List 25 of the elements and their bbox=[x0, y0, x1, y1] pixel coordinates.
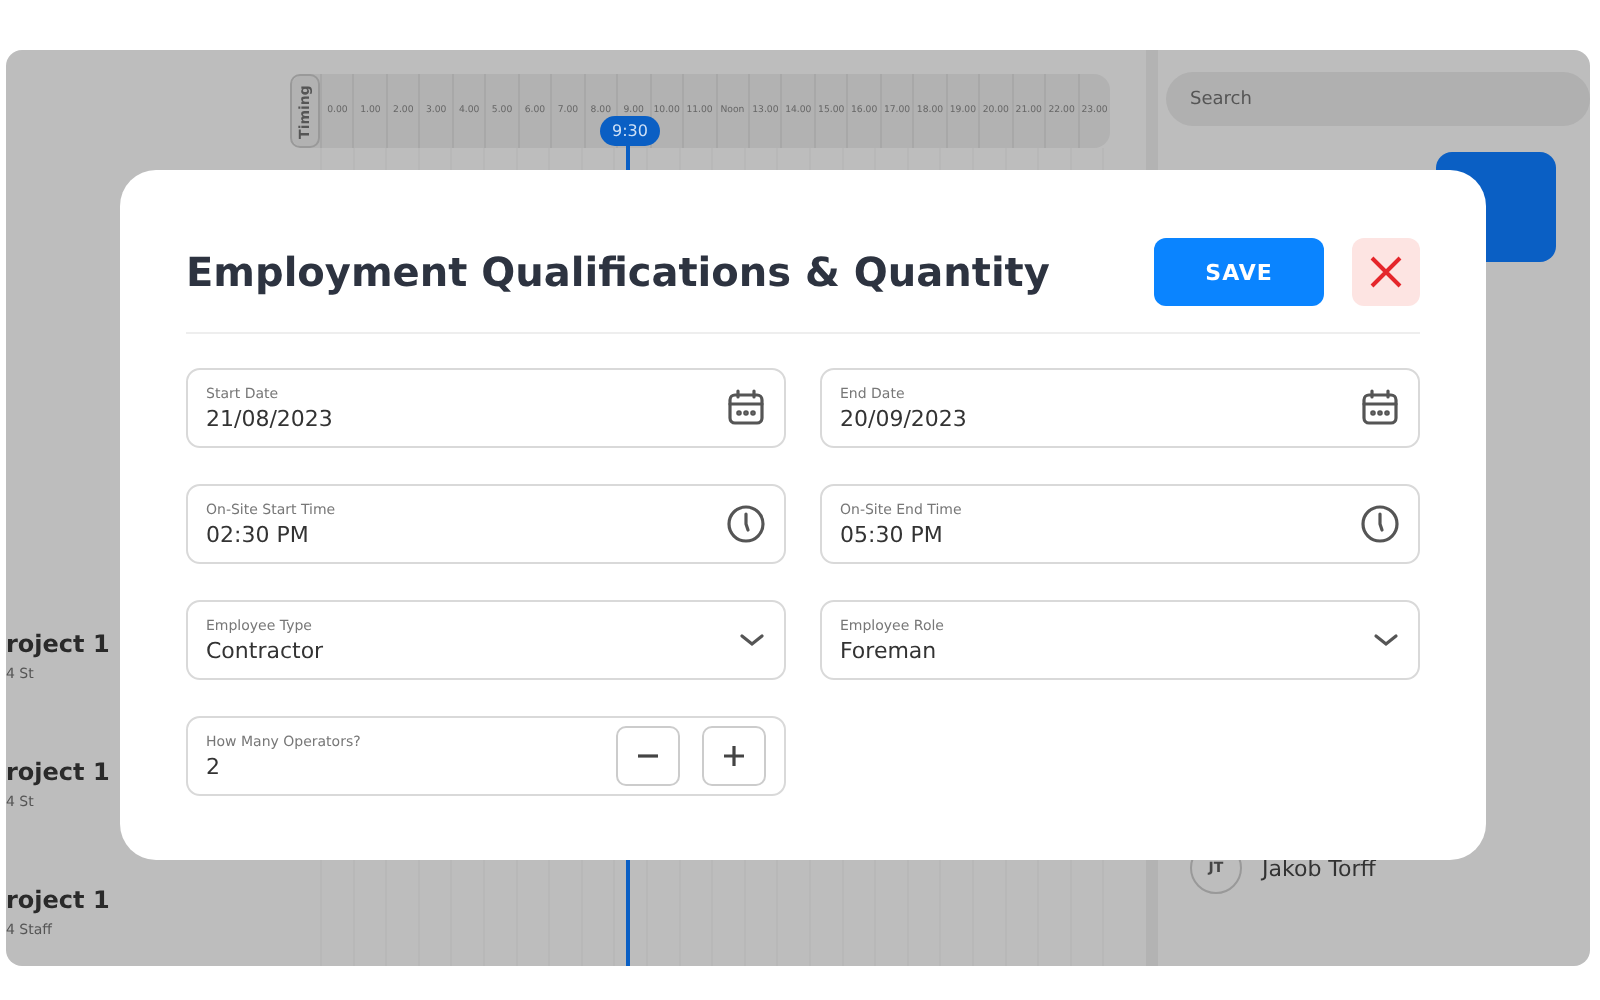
save-button[interactable]: SAVE bbox=[1154, 238, 1324, 306]
clock-icon[interactable] bbox=[1360, 504, 1400, 544]
increment-button[interactable] bbox=[702, 726, 766, 786]
field-value: 2 bbox=[206, 753, 222, 779]
chevron-down-icon[interactable] bbox=[738, 630, 766, 650]
close-button[interactable] bbox=[1352, 238, 1420, 306]
field-value: 05:30 PM bbox=[840, 521, 945, 547]
field-value: 02:30 PM bbox=[206, 521, 311, 547]
current-time-badge: 9:30 bbox=[600, 116, 660, 146]
search-field[interactable]: Search bbox=[1166, 72, 1590, 126]
plus-icon[interactable] bbox=[720, 742, 748, 770]
field-value: 21/08/2023 bbox=[206, 405, 335, 431]
field-value: Contractor bbox=[206, 637, 326, 663]
project-title: roject 1 bbox=[6, 630, 112, 658]
calendar-icon[interactable] bbox=[1360, 388, 1400, 428]
clock-icon[interactable] bbox=[726, 504, 766, 544]
project-title: roject 1 bbox=[6, 886, 112, 914]
field-value: Foreman bbox=[840, 637, 939, 663]
close-icon[interactable] bbox=[1368, 254, 1404, 290]
dialog-title: Employment Qualifications & Quantity bbox=[186, 248, 1052, 296]
person-name: Jakob Torff bbox=[1262, 855, 1376, 881]
chevron-down-icon[interactable] bbox=[1372, 630, 1400, 650]
project-title: roject 1 bbox=[6, 758, 112, 786]
calendar-icon[interactable] bbox=[726, 388, 766, 428]
field-value: 20/09/2023 bbox=[840, 405, 969, 431]
